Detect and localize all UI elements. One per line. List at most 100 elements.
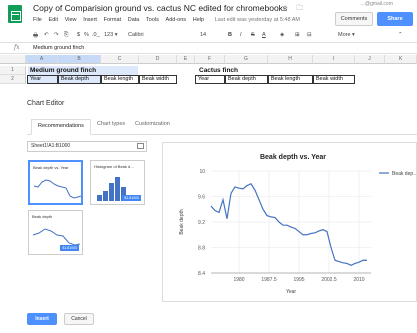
fx-icon: fx — [14, 44, 20, 51]
x-tick-label: 2010 — [353, 277, 364, 283]
thumb-badge: $1.81000 — [122, 195, 141, 201]
col-header-e[interactable]: E — [177, 55, 195, 64]
row-header-2[interactable]: 2 — [0, 75, 26, 84]
spreadsheet-grid: A B C D E F G H I J K 1 2 Medium ground … — [0, 55, 417, 86]
insert-button[interactable]: Insert — [27, 313, 57, 325]
legend-label: Beak dep… — [392, 171, 416, 177]
decimals-button[interactable]: .0_ — [92, 32, 100, 38]
user-email: …@gmail.com — [360, 1, 393, 7]
tab-customization[interactable]: Customization — [135, 121, 170, 127]
toolbar: 🖶 ↶ ↷ ⎘ $ % .0_ 123 ▾ Calibri 14 B I S A… — [0, 30, 417, 43]
cell-f1[interactable]: Cactus finch — [197, 66, 277, 75]
formula-input[interactable]: Medium ground finch — [33, 45, 84, 51]
col-header-f[interactable]: F — [195, 55, 225, 64]
font-family-dropdown[interactable]: Calibri — [128, 32, 144, 38]
y-axis-label: Beak depth — [179, 209, 185, 235]
document-title[interactable]: Copy of Comparision ground vs. cactus NC… — [33, 3, 287, 13]
cell-c2[interactable]: Beak length — [101, 75, 139, 84]
menu-format[interactable]: Format — [104, 17, 121, 23]
x-axis-label: Year — [286, 289, 296, 295]
more-dropdown[interactable]: More ▾ — [338, 32, 355, 38]
data-range-input[interactable]: Sheet1!A1:B1000 — [27, 141, 147, 152]
currency-button[interactable]: $ — [77, 32, 80, 38]
col-header-g[interactable]: G — [225, 55, 268, 64]
merge-cells-icon[interactable]: ⊟ — [307, 32, 312, 38]
chart-editor-title: Chart Editor — [27, 100, 65, 107]
x-tick-label: 1980 — [233, 277, 244, 283]
menu-insert[interactable]: Insert — [83, 17, 97, 23]
menu-help[interactable]: Help — [193, 17, 204, 23]
corner-cell[interactable] — [0, 55, 26, 64]
font-size-dropdown[interactable]: 14 — [200, 32, 206, 38]
y-tick-label: 9.2 — [198, 220, 205, 226]
chart-preview-panel: Beak depth vs. Year 8.4 8.8 9.2 9.6 10 1980 198… — [162, 142, 417, 302]
menu-bar: File Edit View Insert Format Data Tools … — [33, 17, 305, 23]
x-tick-label: 1995 — [293, 277, 304, 283]
cell-i2[interactable]: Beak width — [313, 75, 355, 84]
share-button[interactable]: Share — [377, 12, 413, 26]
mini-line-chart-icon — [33, 179, 82, 199]
text-color-button[interactable]: A — [262, 32, 266, 38]
collapse-icon[interactable]: ⌃ — [398, 32, 403, 38]
y-tick-label: 9.6 — [198, 195, 205, 201]
row-header-1[interactable]: 1 — [0, 66, 26, 75]
cell-b2[interactable]: Beak depth — [58, 75, 101, 84]
chart-suggestion-area[interactable]: Beak depth $1.81000 — [28, 210, 83, 255]
col-header-i[interactable]: I — [313, 55, 355, 64]
tab-recommendations[interactable]: Recommendations — [31, 119, 91, 135]
menu-data[interactable]: Data — [128, 17, 140, 23]
series-line — [210, 182, 367, 267]
col-header-h[interactable]: H — [268, 55, 313, 64]
col-header-d[interactable]: D — [139, 55, 177, 64]
app-header: Copy of Comparision ground vs. cactus NC… — [0, 0, 417, 30]
comments-button[interactable]: Comments — [335, 12, 373, 26]
chart-suggestion-line[interactable]: Beak depth vs. Year — [28, 160, 83, 205]
fill-color-icon[interactable]: ◈ — [280, 32, 284, 38]
star-folder-icons[interactable]: ☆ 🗀 — [282, 4, 306, 15]
strikethrough-button[interactable]: S — [251, 32, 255, 38]
tab-chart-types[interactable]: Chart types — [97, 121, 125, 127]
percent-button[interactable]: % — [84, 32, 89, 38]
formula-bar: fx Medium ground finch — [0, 43, 417, 54]
x-tick-label: 1987.5 — [261, 277, 277, 283]
col-header-b[interactable]: B — [58, 55, 101, 64]
cell-g2[interactable]: Beak depth — [225, 75, 268, 84]
italic-button[interactable]: I — [240, 32, 242, 38]
data-range-value: Sheet1!A1:B1000 — [31, 143, 71, 149]
chart-svg: Beak depth vs. Year 8.4 8.8 9.2 9.6 10 1980 198… — [179, 154, 417, 295]
col-header-j[interactable]: J — [355, 55, 385, 64]
cell-h2[interactable]: Beak length — [268, 75, 313, 84]
menu-addons[interactable]: Add-ons — [166, 17, 187, 23]
menu-tools[interactable]: Tools — [146, 17, 159, 23]
print-icon[interactable]: 🖶 — [33, 32, 38, 41]
last-edit-status[interactable]: Last edit was yesterday at 5:48 AM — [215, 17, 300, 23]
menu-edit[interactable]: Edit — [49, 17, 58, 23]
cell-d2[interactable]: Beak width — [139, 75, 177, 84]
y-tick-label: 8.4 — [198, 271, 205, 277]
menu-view[interactable]: View — [65, 17, 77, 23]
menu-file[interactable]: File — [33, 17, 42, 23]
cell-a1[interactable]: Medium ground finch — [28, 66, 138, 75]
x-tick-label: 2002.5 — [321, 277, 337, 283]
sheets-logo-icon[interactable] — [8, 5, 22, 23]
cell-a2[interactable]: Year — [27, 75, 58, 84]
y-tick-label: 8.8 — [198, 246, 205, 252]
col-header-c[interactable]: C — [101, 55, 139, 64]
thumb-title: Histogram of Beak d… — [94, 164, 135, 169]
col-header-k[interactable]: K — [385, 55, 417, 64]
undo-icon[interactable]: ↶ — [44, 32, 49, 38]
col-header-a[interactable]: A — [26, 55, 58, 64]
thumb-title: Beak depth vs. Year — [33, 165, 69, 170]
cancel-button[interactable]: Cancel — [64, 313, 94, 325]
thumb-badge: $1.81000 — [60, 245, 79, 251]
borders-icon[interactable]: ⊞ — [295, 32, 300, 38]
cell-f2[interactable]: Year — [195, 75, 225, 84]
paint-format-icon[interactable]: ⎘ — [64, 32, 68, 39]
chart-suggestion-histogram[interactable]: Histogram of Beak d… $1.81000 — [90, 160, 145, 205]
y-tick-label: 10 — [199, 169, 205, 175]
more-formats-dropdown[interactable]: 123 ▾ — [104, 32, 117, 38]
thumb-title: Beak depth — [32, 214, 53, 219]
redo-icon[interactable]: ↷ — [54, 32, 59, 38]
bold-button[interactable]: B — [228, 32, 232, 38]
grid-select-icon[interactable] — [137, 143, 144, 149]
